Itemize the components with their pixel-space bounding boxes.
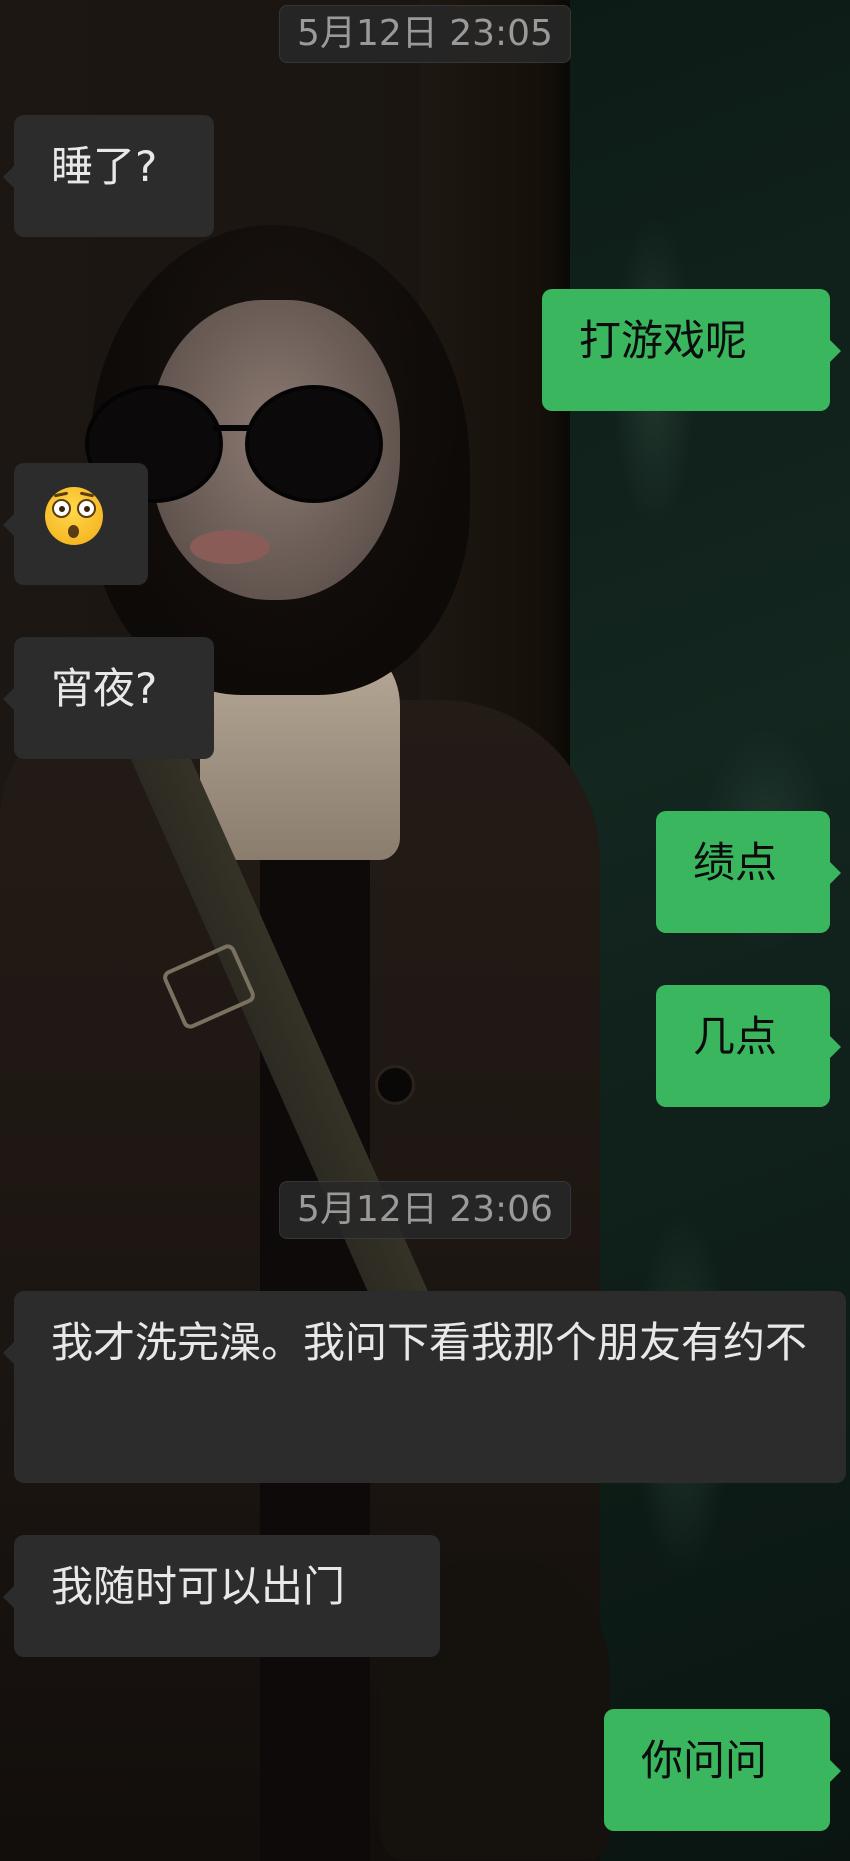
message-text: 打游戏呢: [579, 316, 748, 365]
message-timestamp: 5月12日 23:06: [279, 1181, 571, 1239]
outgoing-message-bubble[interactable]: 你问问: [604, 1709, 841, 1831]
outgoing-message-bubble[interactable]: 打游戏呢: [542, 289, 841, 411]
bubble-tail: [829, 1035, 841, 1059]
chat-message-list[interactable]: 5月12日 23:05 睡了? 打游戏呢 宵夜? 绩点 几点 5月12日 23:…: [0, 0, 850, 1861]
outgoing-message-bubble[interactable]: 绩点: [656, 811, 841, 933]
flushed-face-emoji-icon: [45, 486, 103, 545]
message-text: 你问问: [641, 1736, 768, 1785]
incoming-message-bubble[interactable]: 睡了?: [3, 115, 214, 237]
bubble-tail: [3, 1585, 15, 1609]
bubble-tail: [3, 165, 15, 189]
message-text: 绩点: [693, 838, 778, 887]
bubble-tail: [829, 861, 841, 885]
message-text: 睡了?: [51, 142, 158, 191]
outgoing-message-bubble[interactable]: 几点: [656, 985, 841, 1107]
incoming-message-bubble[interactable]: 我随时可以出门: [3, 1535, 440, 1657]
message-timestamp: 5月12日 23:05: [279, 5, 571, 63]
bubble-tail: [3, 687, 15, 711]
bubble-tail: [829, 1759, 841, 1783]
incoming-message-bubble[interactable]: 我才洗完澡。我问下看我那个朋友有约不: [3, 1291, 846, 1483]
message-text: 我随时可以出门: [51, 1562, 346, 1611]
message-text: 几点: [693, 1012, 778, 1061]
bubble-tail: [3, 513, 15, 537]
incoming-message-bubble[interactable]: [3, 463, 148, 585]
bubble-tail: [829, 339, 841, 363]
bubble-tail: [3, 1341, 15, 1365]
message-text: 宵夜?: [51, 664, 158, 713]
message-text: 我才洗完澡。我问下看我那个朋友有约不: [51, 1318, 808, 1367]
incoming-message-bubble[interactable]: 宵夜?: [3, 637, 214, 759]
